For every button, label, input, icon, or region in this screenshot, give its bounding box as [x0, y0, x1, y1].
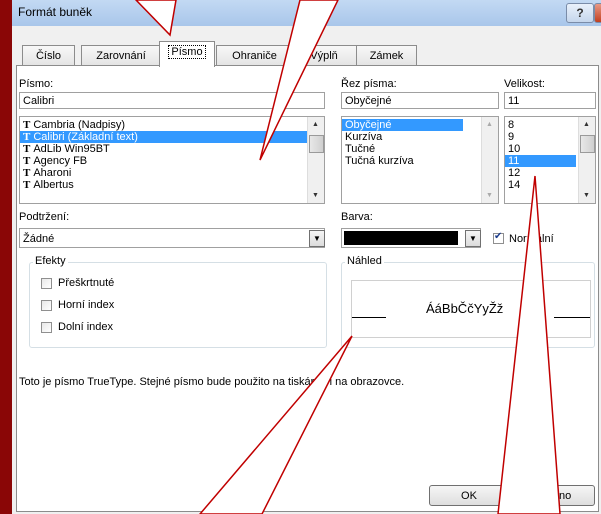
preview-baseline [554, 317, 590, 318]
cancel-button[interactable]: Storno [515, 485, 595, 506]
font-list-item-label: Aharoni [33, 167, 72, 179]
scroll-down-icon[interactable]: ▼ [486, 192, 493, 199]
underline-label: Podtržení: [19, 211, 70, 223]
subscript-label: Dolní index [58, 321, 114, 333]
ok-button[interactable]: OK [429, 485, 509, 506]
font-list-item[interactable]: T Cambria (Nadpisy) [20, 119, 324, 131]
preview-title: Náhled [345, 255, 384, 267]
tab-alignment[interactable]: Zarovnání [81, 45, 161, 66]
superscript-label: Horní index [58, 299, 115, 311]
font-list-item[interactable]: T AdLib Win95BT [20, 143, 324, 155]
color-swatch [344, 231, 458, 245]
preview-box: ÁáBbČčYyŽž [351, 280, 591, 338]
normal-font-checkbox[interactable] [493, 231, 504, 244]
font-size-input[interactable]: 11 [504, 92, 596, 109]
tab-fill[interactable]: Výplň [291, 45, 357, 66]
truetype-icon: T [23, 131, 31, 143]
tab-border[interactable]: Ohraniče [216, 45, 293, 66]
normal-font-label: Normální [509, 233, 554, 245]
font-tab-panel: Písmo: Calibri T Cambria (Nadpisy) T Calib… [16, 65, 599, 512]
font-name-input[interactable]: Calibri [19, 92, 325, 109]
color-dropdown-icon[interactable]: ▼ [465, 230, 481, 247]
font-style-item[interactable]: Kurzíva [342, 131, 498, 143]
font-list-item-label: Albertus [33, 179, 74, 191]
truetype-icon: T [23, 167, 31, 179]
font-style-list[interactable]: Obyčejné Kurzíva Tučné Tučná kurzíva ▲ ▼ [341, 116, 499, 204]
font-list-item-label: AdLib Win95BT [33, 143, 110, 155]
font-list-item-label: Agency FB [33, 155, 88, 167]
tab-number[interactable]: Číslo [22, 45, 75, 66]
font-size-scrollbar[interactable]: ▲ ▼ [578, 117, 595, 203]
font-list-item-label: Cambria (Nadpisy) [33, 119, 126, 131]
subscript-checkbox[interactable] [41, 322, 52, 333]
scroll-up-icon[interactable]: ▲ [486, 121, 493, 128]
font-list-scrollbar[interactable]: ▲ ▼ [307, 117, 324, 203]
font-style-label: Řez písma: [341, 78, 397, 90]
font-size-list[interactable]: 8 9 10 11 12 14 ▲ ▼ [504, 116, 596, 204]
font-list-item-selected[interactable]: T Calibri (Základní text) [20, 131, 324, 143]
scroll-thumb[interactable] [309, 135, 324, 153]
preview-baseline [352, 317, 386, 318]
tab-protection[interactable]: Zámek [356, 45, 417, 66]
font-list-item[interactable]: T Agency FB [20, 155, 324, 167]
strikethrough-label: Přeškrtnuté [58, 277, 115, 289]
font-style-scrollbar[interactable]: ▲ ▼ [481, 117, 498, 203]
scroll-up-icon[interactable]: ▲ [312, 121, 319, 128]
font-label: Písmo: [19, 78, 54, 90]
dialog-title: Formát buněk [18, 5, 93, 19]
truetype-info: Toto je písmo TrueType. Stejné písmo bud… [19, 376, 405, 388]
title-bar: Formát buněk ? ✕ [12, 0, 601, 26]
scroll-up-icon[interactable]: ▲ [583, 121, 590, 128]
strikethrough-checkbox[interactable] [41, 278, 52, 289]
preview-sample: ÁáBbČčYyŽž [426, 301, 504, 316]
truetype-icon: T [23, 143, 31, 155]
color-label: Barva: [341, 211, 373, 223]
font-style-item[interactable]: Tučná kurzíva [342, 155, 498, 167]
underline-dropdown-icon[interactable]: ▼ [309, 230, 325, 247]
truetype-icon: T [23, 119, 31, 131]
font-style-input[interactable]: Obyčejné [341, 92, 499, 109]
superscript-checkbox[interactable] [41, 300, 52, 311]
font-size-label: Velikost: [504, 78, 545, 90]
font-list[interactable]: T Cambria (Nadpisy) T Calibri (Základní te… [19, 116, 325, 204]
format-cells-dialog: Formát buněk ? ✕ Číslo Zarovnání Písmo O… [12, 0, 601, 514]
help-button[interactable]: ? [566, 3, 594, 23]
underline-select[interactable]: Žádné [19, 228, 325, 248]
font-list-item[interactable]: T Albertus [20, 179, 324, 191]
font-style-item-selected[interactable]: Obyčejné [342, 119, 463, 131]
effects-title: Efekty [33, 255, 68, 267]
tab-font-label: Písmo [168, 45, 206, 59]
truetype-icon: T [23, 179, 31, 191]
font-list-item[interactable]: T Aharoni [20, 167, 324, 179]
close-button[interactable]: ✕ [594, 3, 601, 23]
truetype-icon: T [23, 155, 31, 167]
scroll-down-icon[interactable]: ▼ [312, 192, 319, 199]
scroll-thumb[interactable] [580, 135, 595, 153]
color-picker[interactable] [341, 228, 481, 248]
font-list-item-label: Calibri (Základní text) [33, 131, 138, 143]
scroll-down-icon[interactable]: ▼ [583, 192, 590, 199]
font-size-item-selected[interactable]: 11 [505, 155, 576, 167]
underline-value: Žádné [23, 233, 55, 245]
font-style-item[interactable]: Tučné [342, 143, 498, 155]
tab-font[interactable]: Písmo [159, 41, 215, 67]
